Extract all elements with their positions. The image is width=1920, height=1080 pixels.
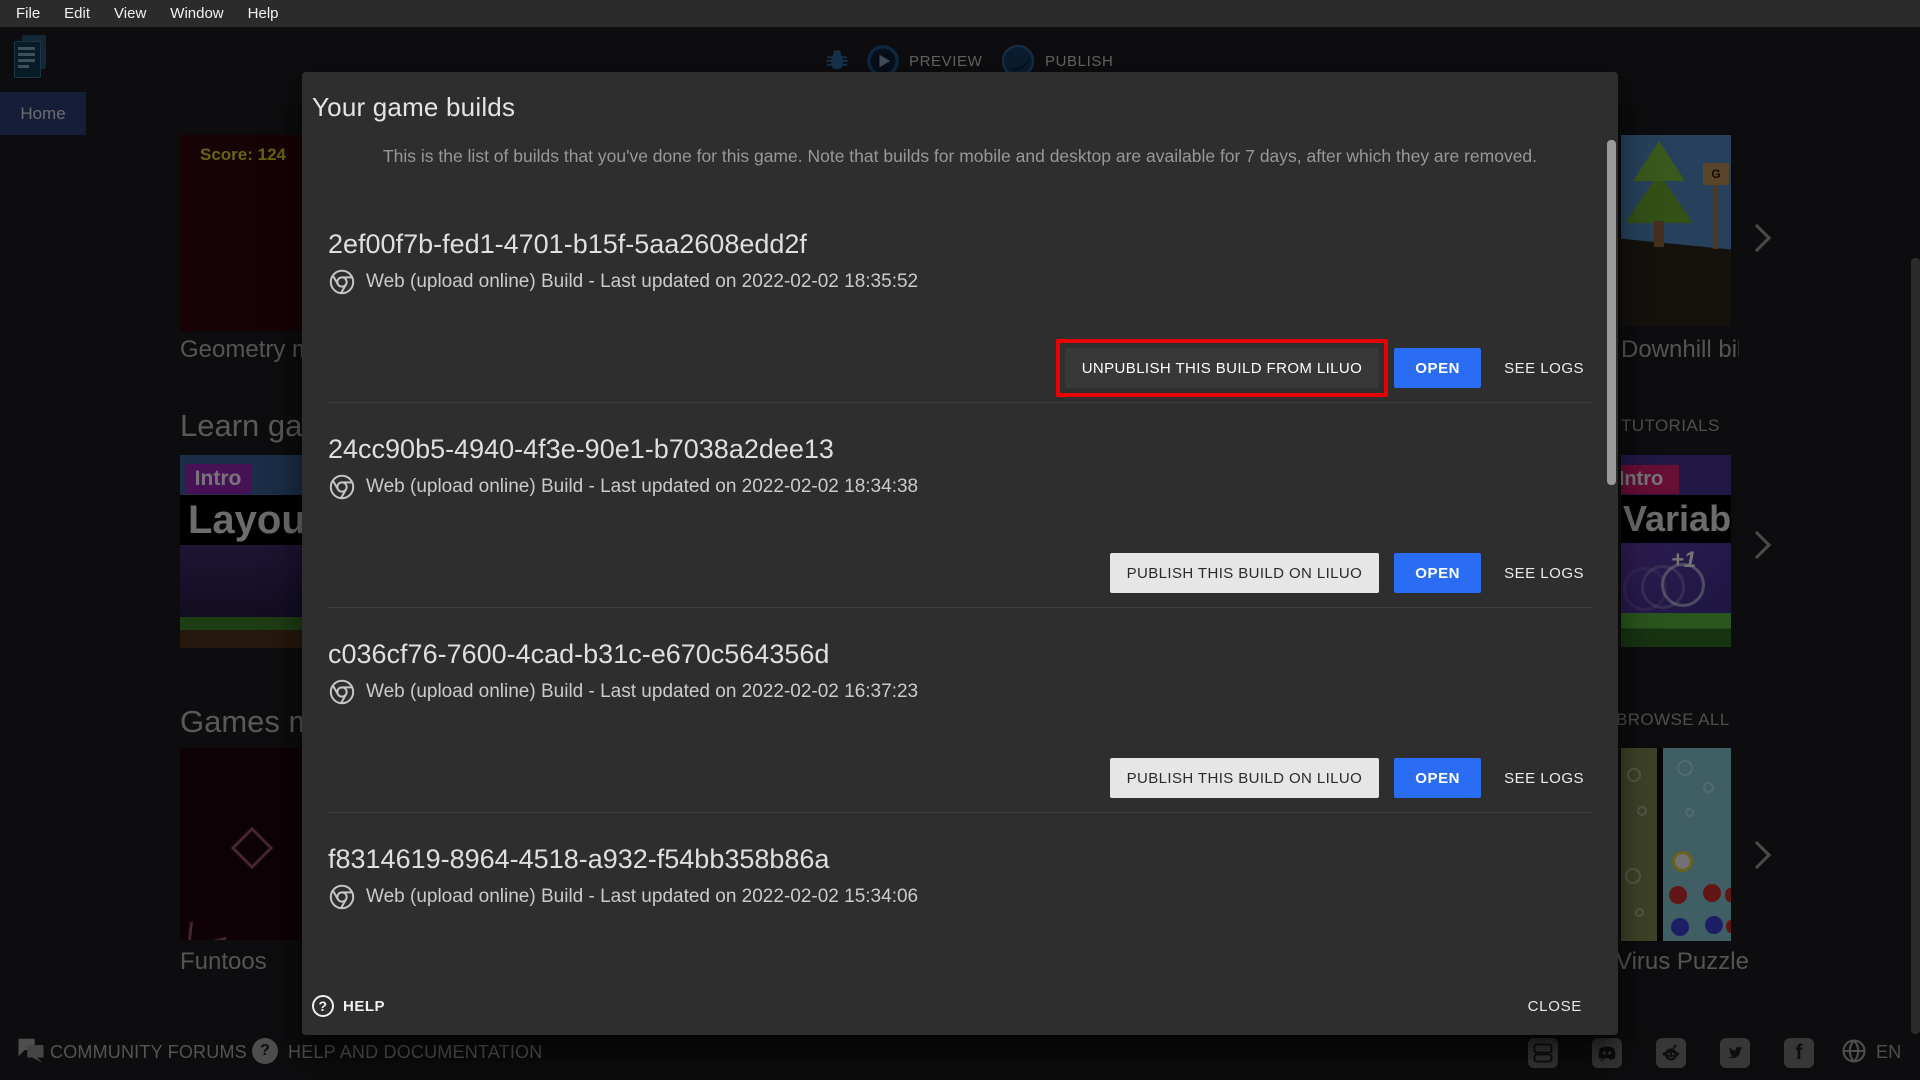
build-row: 24cc90b5-4940-4f3e-90e1-b7038a2dee13 Web… (328, 403, 1592, 608)
chrome-icon (328, 883, 356, 911)
unpublish-build-button[interactable]: UNPUBLISH THIS BUILD FROM LILUO (1065, 348, 1380, 388)
dialog-title: Your game builds (302, 72, 1618, 123)
help-button[interactable]: ? HELP (312, 995, 385, 1017)
build-info: Web (upload online) Build - Last updated… (366, 476, 918, 498)
build-row: f8314619-8964-4518-a932-f54bb358b86a Web… (328, 813, 1592, 925)
dialog-description: This is the list of builds that you've d… (340, 143, 1580, 169)
app-window: File Edit View Window Help (0, 0, 1920, 1080)
game-builds-dialog: Your game builds This is the list of bui… (302, 72, 1618, 1035)
menu-help[interactable]: Help (236, 0, 291, 27)
build-id: 24cc90b5-4940-4f3e-90e1-b7038a2dee13 (328, 434, 1592, 465)
build-id: f8314619-8964-4518-a932-f54bb358b86a (328, 844, 1592, 875)
dialog-footer: ? HELP CLOSE (302, 977, 1618, 1035)
chrome-icon (328, 473, 356, 501)
help-label: HELP (343, 998, 385, 1015)
build-list: 2ef00f7b-fed1-4701-b15f-5aa2608edd2f Web… (302, 169, 1618, 925)
menu-bar: File Edit View Window Help (0, 0, 1920, 27)
publish-build-button[interactable]: PUBLISH THIS BUILD ON LILUO (1110, 553, 1380, 593)
build-row: c036cf76-7600-4cad-b31c-e670c564356d Web… (328, 608, 1592, 813)
build-id: 2ef00f7b-fed1-4701-b15f-5aa2608edd2f (328, 229, 1592, 260)
menu-view[interactable]: View (102, 0, 158, 27)
see-logs-button[interactable]: SEE LOGS (1496, 758, 1592, 798)
build-row: 2ef00f7b-fed1-4701-b15f-5aa2608edd2f Web… (328, 169, 1592, 403)
menu-window[interactable]: Window (158, 0, 235, 27)
open-build-button[interactable]: OPEN (1394, 758, 1481, 798)
see-logs-button[interactable]: SEE LOGS (1496, 553, 1592, 593)
build-info: Web (upload online) Build - Last updated… (366, 886, 918, 908)
chrome-icon (328, 268, 356, 296)
build-id: c036cf76-7600-4cad-b31c-e670c564356d (328, 639, 1592, 670)
help-icon: ? (312, 995, 334, 1017)
build-info: Web (upload online) Build - Last updated… (366, 271, 918, 293)
publish-build-button[interactable]: PUBLISH THIS BUILD ON LILUO (1110, 758, 1380, 798)
dialog-scrollbar[interactable] (1607, 140, 1616, 485)
menu-file[interactable]: File (4, 0, 52, 27)
build-info: Web (upload online) Build - Last updated… (366, 681, 918, 703)
chrome-icon (328, 678, 356, 706)
open-build-button[interactable]: OPEN (1394, 348, 1481, 388)
see-logs-button[interactable]: SEE LOGS (1496, 348, 1592, 388)
menu-edit[interactable]: Edit (52, 0, 102, 27)
open-build-button[interactable]: OPEN (1394, 553, 1481, 593)
close-button[interactable]: CLOSE (1518, 990, 1592, 1023)
